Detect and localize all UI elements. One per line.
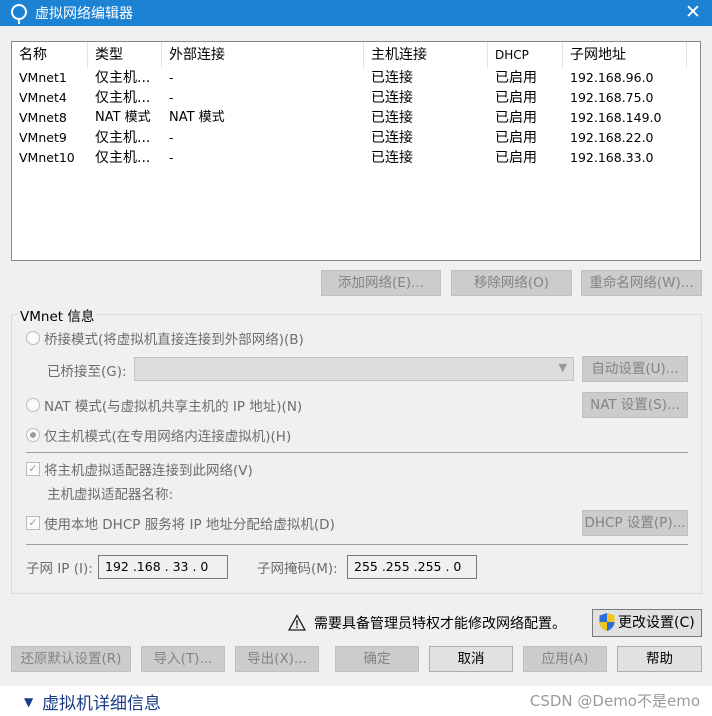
window-title: 虚拟网络编辑器 [35,6,133,22]
cell-host: 已连接 [371,110,413,126]
subnet-ip-input[interactable]: 192 .168 . 33 . 0 [98,555,228,579]
cell-type: 仅主机... [95,90,151,106]
subnet-ip-label: 子网 IP (I): [26,561,93,577]
bridge-mode-radio[interactable] [26,331,40,345]
column-header-host[interactable]: 主机连接 [364,42,488,68]
cell-name: VMnet4 [19,90,67,105]
warning-triangle-icon [288,614,306,631]
bridged-to-select[interactable]: ▼ [134,357,574,381]
table-row[interactable]: VMnet10 仅主机... - 已连接 已启用 192.168.33.0 [12,148,700,168]
change-settings-label: 更改设置(C) [618,615,695,631]
cell-name: VMnet1 [19,70,67,85]
bridged-to-label: 已桥接至(G): [47,364,127,380]
cell-subnet: 192.168.33.0 [570,150,654,165]
divider [26,544,688,545]
auto-settings-button[interactable]: 自动设置(U)... [582,356,688,382]
help-button[interactable]: 帮助 [617,646,702,672]
cell-name: VMnet8 [19,110,67,125]
cell-external: - [169,90,174,105]
cell-dhcp: 已启用 [495,110,537,126]
cell-subnet: 192.168.75.0 [570,90,654,105]
rename-network-button[interactable]: 重命名网络(W)... [581,270,702,296]
remove-network-button[interactable]: 移除网络(O) [451,270,572,296]
cell-dhcp: 已启用 [495,70,537,86]
table-row[interactable]: VMnet4 仅主机... - 已连接 已启用 192.168.75.0 [12,88,700,108]
connect-adapter-label: 将主机虚拟适配器连接到此网络(V) [44,463,253,479]
table-row[interactable]: VMnet9 仅主机... - 已连接 已启用 192.168.22.0 [12,128,700,148]
title-bar: 虚拟网络编辑器 ✕ [0,0,712,26]
cell-type: 仅主机... [95,130,151,146]
cell-host: 已连接 [371,130,413,146]
cell-external: - [169,130,174,145]
close-button[interactable]: ✕ [674,0,712,26]
cell-dhcp: 已启用 [495,90,537,106]
network-list[interactable]: 名称 类型 外部连接 主机连接 DHCP 子网地址 VMnet1 仅主机... … [11,41,701,261]
cell-name: VMnet9 [19,130,67,145]
network-globe-icon [11,4,27,24]
background-window-strip: ▼ 虚拟机详细信息 CSDN @Demo不是emo [0,686,712,716]
table-row[interactable]: VMnet8 NAT 模式 NAT 模式 已连接 已启用 192.168.149… [12,108,700,128]
bridge-mode-label: 桥接模式(将虚拟机直接连接到外部网络)(B) [44,332,304,348]
export-button[interactable]: 导出(X)... [235,646,319,672]
column-header-dhcp[interactable]: DHCP [488,42,563,68]
virtual-network-editor-window: 虚拟网络编辑器 ✕ 名称 类型 外部连接 主机连接 DHCP 子网地址 VMne… [0,0,712,716]
cell-type: NAT 模式 [95,110,151,125]
admin-notice-text: 需要具备管理员特权才能修改网络配置。 [314,616,566,632]
column-header-external[interactable]: 外部连接 [162,42,364,68]
cell-dhcp: 已启用 [495,150,537,166]
cell-external: - [169,150,174,165]
cancel-button[interactable]: 取消 [429,646,513,672]
subnet-mask-label: 子网掩码(M): [257,561,338,577]
cell-host: 已连接 [371,70,413,86]
column-header-name[interactable]: 名称 [12,42,88,68]
divider [26,452,688,453]
watermark: CSDN @Demo不是emo [529,692,700,710]
cell-type: 仅主机... [95,150,151,166]
nat-mode-label: NAT 模式(与虚拟机共享主机的 IP 地址)(N) [44,399,303,415]
cell-external: - [169,70,174,85]
column-header-subnet[interactable]: 子网地址 [563,42,687,68]
host-only-label: 仅主机模式(在专用网络内连接虚拟机)(H) [44,429,292,445]
vmnet-info-title: VMnet 信息 [18,305,97,325]
cell-subnet: 192.168.149.0 [570,110,662,125]
dhcp-label: 使用本地 DHCP 服务将 IP 地址分配给虚拟机(D) [44,517,335,533]
dhcp-checkbox[interactable]: ✓ [26,516,40,530]
cell-external: NAT 模式 [169,110,225,125]
add-network-button[interactable]: 添加网络(E)... [321,270,441,296]
cell-host: 已连接 [371,90,413,106]
cell-name: VMnet10 [19,150,75,165]
ok-button[interactable]: 确定 [335,646,419,672]
table-row[interactable]: VMnet1 仅主机... - 已连接 已启用 192.168.96.0 [12,68,700,88]
restore-defaults-button[interactable]: 还原默认设置(R) [11,646,131,672]
nat-settings-button[interactable]: NAT 设置(S)... [582,392,688,418]
nat-mode-radio[interactable] [26,398,40,412]
chevron-down-icon: ▼ [558,361,567,374]
dhcp-settings-button[interactable]: DHCP 设置(P)... [582,510,688,536]
column-header-type[interactable]: 类型 [88,42,162,68]
uac-shield-icon [599,613,615,631]
connect-adapter-checkbox[interactable]: ✓ [26,462,40,476]
cell-host: 已连接 [371,150,413,166]
cell-subnet: 192.168.22.0 [570,130,654,145]
adapter-name-label: 主机虚拟适配器名称: [47,487,174,503]
subnet-mask-input[interactable]: 255 .255 .255 . 0 [347,555,477,579]
cell-type: 仅主机... [95,70,151,86]
host-only-radio[interactable] [26,428,40,442]
vm-details-section[interactable]: 虚拟机详细信息 [42,689,161,714]
cell-subnet: 192.168.96.0 [570,70,654,85]
cell-dhcp: 已启用 [495,130,537,146]
triangle-down-icon[interactable]: ▼ [24,695,33,709]
apply-button[interactable]: 应用(A) [523,646,607,672]
import-button[interactable]: 导入(T)... [141,646,225,672]
